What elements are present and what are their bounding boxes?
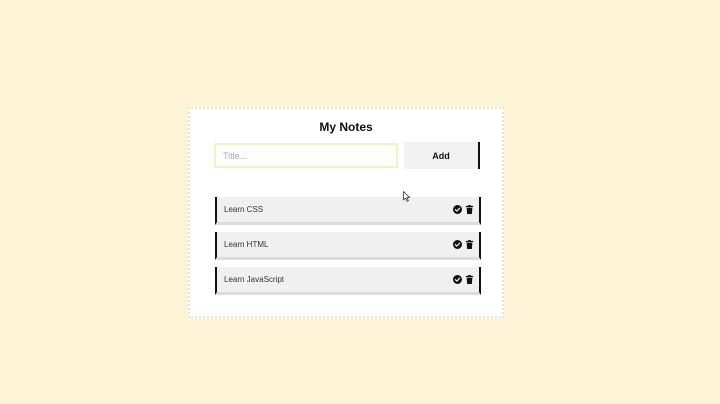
note-actions (453, 275, 479, 284)
trash-icon[interactable] (465, 275, 474, 284)
note-item: Learn HTML (215, 232, 481, 260)
check-circle-icon[interactable] (453, 240, 462, 249)
check-circle-icon[interactable] (453, 205, 462, 214)
note-text: Learn CSS (224, 205, 264, 214)
note-actions (453, 240, 479, 249)
notes-list: Learn CSS Learn HTML Learn JavaScript (215, 197, 481, 302)
trash-icon[interactable] (465, 240, 474, 249)
check-circle-icon[interactable] (453, 275, 462, 284)
add-button[interactable]: Add (404, 142, 480, 169)
note-actions (453, 205, 479, 214)
page-title: My Notes (319, 120, 373, 134)
note-text: Learn JavaScript (224, 275, 285, 284)
mouse-cursor-icon (403, 191, 411, 202)
note-item: Learn JavaScript (215, 267, 481, 295)
note-item: Learn CSS (215, 197, 481, 225)
note-text: Learn HTML (224, 240, 269, 249)
notes-card: My Notes Add Learn CSS Learn HTML (188, 107, 504, 318)
title-input[interactable] (214, 143, 398, 168)
trash-icon[interactable] (465, 205, 474, 214)
